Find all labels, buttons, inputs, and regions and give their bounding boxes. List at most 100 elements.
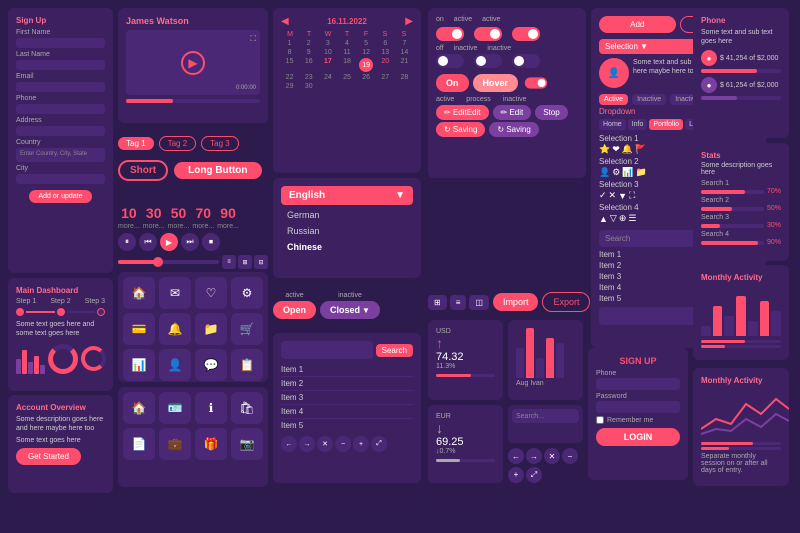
nav-minus[interactable]: − xyxy=(562,448,578,464)
play-control-button[interactable]: ▶ xyxy=(160,233,178,251)
icon-flag[interactable]: 🚩 xyxy=(635,144,646,155)
nav-portfolio[interactable]: Portfolio xyxy=(649,119,683,130)
cal-day-selected[interactable]: 17 xyxy=(319,58,336,72)
add-update-button[interactable]: Add or update xyxy=(29,190,93,203)
icon-card[interactable]: 💳 xyxy=(123,313,155,345)
icon-clipboard[interactable]: 📋 xyxy=(231,349,263,381)
stop-button[interactable]: ⏹ xyxy=(202,233,220,251)
open-button[interactable]: Open xyxy=(273,301,316,319)
icon-settings[interactable]: ⚙ xyxy=(612,167,620,178)
toggle-small[interactable] xyxy=(525,77,547,88)
cal-day[interactable]: 26 xyxy=(358,74,375,81)
export-button[interactable]: Export xyxy=(542,292,590,312)
toggle-on-3[interactable] xyxy=(512,27,540,41)
cal-day[interactable]: 7 xyxy=(396,40,413,47)
cal-day[interactable]: 27 xyxy=(377,74,394,81)
cal-day[interactable]: 24 xyxy=(319,74,336,81)
stop-button-2[interactable]: Stop xyxy=(535,105,567,120)
other-btn[interactable]: ◫ xyxy=(469,295,489,310)
edit-inactive-button[interactable]: ✏ Edit xyxy=(493,105,532,120)
bottom-minus[interactable]: − xyxy=(335,436,351,452)
icon-camera[interactable]: 📷 xyxy=(231,428,263,460)
long-button[interactable]: Long Button xyxy=(174,162,261,179)
icon-home[interactable]: 🏠 xyxy=(123,277,155,309)
nav-plus[interactable]: + xyxy=(508,467,524,483)
icon-user-2[interactable]: 👤 xyxy=(159,349,191,381)
bottom-plus[interactable]: + xyxy=(353,436,369,452)
city-input[interactable] xyxy=(16,174,105,184)
cal-day[interactable]: 21 xyxy=(396,58,413,72)
tag-2[interactable]: Tag 2 xyxy=(159,136,197,151)
fullscreen-icon[interactable]: ⛶ xyxy=(250,34,256,44)
icon-bell[interactable]: 🔔 xyxy=(622,144,633,155)
cal-day[interactable]: 25 xyxy=(338,74,355,81)
edit-active-button[interactable]: ✏ EditEdit xyxy=(436,105,489,120)
get-started-button[interactable]: Get Started xyxy=(16,448,81,465)
cal-day[interactable]: 10 xyxy=(319,49,336,56)
toggle-off-3[interactable] xyxy=(512,54,540,68)
icon-heart[interactable]: ❤ xyxy=(612,144,620,155)
filter-btn[interactable]: ⊟ xyxy=(254,255,268,269)
cal-day[interactable]: 4 xyxy=(338,40,355,47)
next-button[interactable]: ⏭ xyxy=(181,233,199,251)
list-item-e[interactable]: Item 5 xyxy=(281,419,413,432)
cal-day[interactable]: 15 xyxy=(281,58,298,72)
toggle-off-1[interactable] xyxy=(436,54,464,68)
list-item-b[interactable]: Item 2 xyxy=(281,377,413,391)
icon-chart[interactable]: 📊 xyxy=(622,167,633,178)
hover-button[interactable]: Hover xyxy=(473,74,519,92)
prev-button[interactable]: ⏮ xyxy=(139,233,157,251)
nav-left[interactable]: ← xyxy=(508,448,524,464)
cal-day[interactable]: 3 xyxy=(319,40,336,47)
nav-info[interactable]: Info xyxy=(628,119,648,130)
dropdown-item-german[interactable]: German xyxy=(281,207,413,223)
bottom-prev[interactable]: ← xyxy=(281,436,297,452)
tag-3[interactable]: Tag 3 xyxy=(201,136,239,151)
grid-btn-1[interactable]: ⊞ xyxy=(428,295,447,310)
icon-id[interactable]: 🪪 xyxy=(159,392,191,424)
remember-checkbox[interactable] xyxy=(596,416,604,424)
cal-day[interactable]: 13 xyxy=(377,49,394,56)
play-button[interactable]: ▶ xyxy=(181,51,205,75)
icon-mail[interactable]: ✉ xyxy=(159,277,191,309)
on-button[interactable]: On xyxy=(436,74,469,92)
search-btn-main[interactable]: Search xyxy=(376,344,413,357)
bottom-x[interactable]: ✕ xyxy=(317,436,333,452)
cal-day[interactable]: 20 xyxy=(377,58,394,72)
short-button[interactable]: Short xyxy=(118,160,168,181)
cal-day[interactable]: 1 xyxy=(281,40,298,47)
cal-day[interactable]: 11 xyxy=(338,49,355,56)
pause-button[interactable]: ⏸ xyxy=(118,233,136,251)
import-button[interactable]: Import xyxy=(493,293,539,311)
icon-bell-2[interactable]: 🔔 xyxy=(159,313,191,345)
icon-folder[interactable]: 📁 xyxy=(636,167,647,178)
address-input[interactable] xyxy=(16,126,105,136)
phone-input[interactable] xyxy=(16,104,105,114)
active-tab[interactable]: Active xyxy=(599,94,628,105)
icon-user[interactable]: 👤 xyxy=(599,167,610,178)
calendar-prev[interactable]: ◀ xyxy=(281,16,289,27)
icon-star[interactable]: ⭐ xyxy=(599,144,610,155)
tag-1[interactable]: Tag 1 xyxy=(118,137,154,150)
cal-day[interactable]: 5 xyxy=(358,40,375,47)
icon-file[interactable]: 📄 xyxy=(123,428,155,460)
dropdown-header[interactable]: English ▼ xyxy=(281,186,413,205)
icon-gift[interactable]: 🎁 xyxy=(195,428,227,460)
icon-cart[interactable]: 🛒 xyxy=(231,313,263,345)
closed-button[interactable]: Closed ▼ xyxy=(320,301,380,319)
icon-briefcase[interactable]: 💼 xyxy=(159,428,191,460)
calendar-next[interactable]: ▶ xyxy=(405,16,413,27)
inactive-tab-1[interactable]: Inactive xyxy=(632,94,666,105)
playback-slider[interactable] xyxy=(118,260,219,264)
login-button[interactable]: LOGIN xyxy=(596,428,680,446)
saving-active-button[interactable]: ↻ Saving xyxy=(436,122,485,137)
icon-bag[interactable]: 🛍 xyxy=(231,392,263,424)
dropdown-item-chinese[interactable]: Chinese xyxy=(281,239,413,255)
cal-day[interactable]: 23 xyxy=(300,74,317,81)
bottom-next[interactable]: → xyxy=(299,436,315,452)
cal-day[interactable]: 18 xyxy=(338,58,355,72)
search-small-input[interactable]: Search... xyxy=(512,409,579,423)
toggle-on-1[interactable] xyxy=(436,27,464,41)
icon-folder-2[interactable]: 📁 xyxy=(195,313,227,345)
list-btn-1[interactable]: ≡ xyxy=(450,295,467,310)
